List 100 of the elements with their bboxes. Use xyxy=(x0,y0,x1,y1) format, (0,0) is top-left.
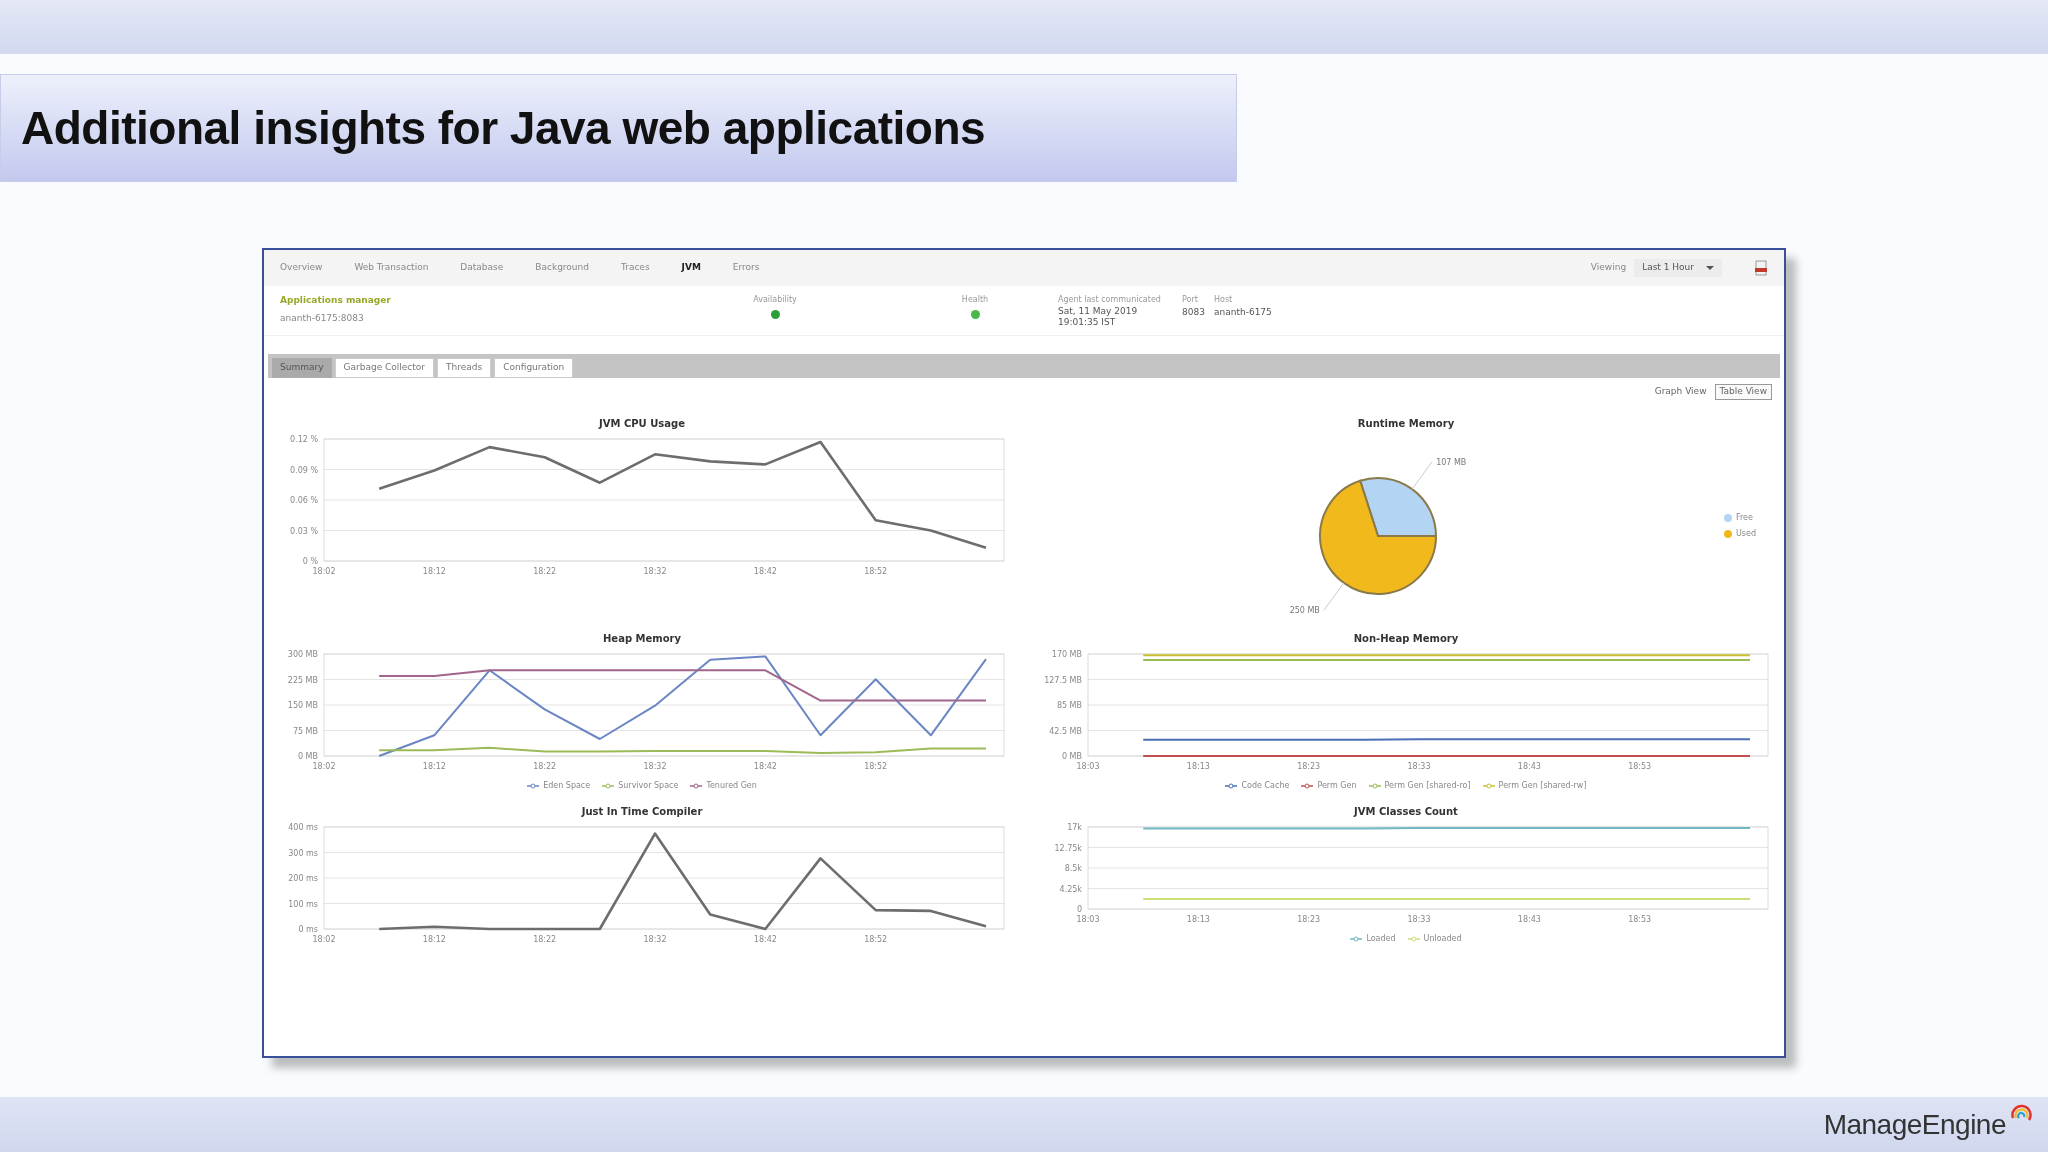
nav-tab[interactable]: Traces xyxy=(621,261,650,275)
legend-marker-icon xyxy=(1368,782,1381,789)
viewing-label: Viewing xyxy=(1590,261,1627,275)
axis-tick-label: 18:42 xyxy=(753,934,777,944)
axis-tick-label: 0 MB xyxy=(1061,751,1082,761)
pdf-icon[interactable] xyxy=(1754,260,1768,276)
axis-tick-label: 18:43 xyxy=(1517,914,1541,924)
axis-tick-label: 18:52 xyxy=(864,761,888,771)
legend-label[interactable]: Eden Space xyxy=(543,779,591,792)
axis-tick-label: 0.06 % xyxy=(290,495,318,505)
axis-tick-label: 127.5 MB xyxy=(1044,675,1082,684)
subtab[interactable]: Summary xyxy=(272,358,332,378)
subtab[interactable]: Garbage Collector xyxy=(334,358,435,378)
axis-tick-label: 18:12 xyxy=(422,934,446,944)
axis-tick-label: 18:02 xyxy=(312,934,336,944)
axis-tick-label: 18:12 xyxy=(422,761,446,771)
agent-label: Agent last communicated xyxy=(1058,294,1162,306)
view-toggle[interactable]: Table View xyxy=(1714,384,1772,400)
chart-title: Runtime Memory xyxy=(1357,416,1455,431)
health-label: Health xyxy=(961,294,989,306)
legend-label[interactable]: Code Cache xyxy=(1241,779,1290,792)
legend-marker-icon xyxy=(1225,782,1238,789)
legend-label[interactable]: Perm Gen [shared-rw] xyxy=(1498,779,1587,792)
axis-tick-label: 18:03 xyxy=(1076,914,1100,924)
axis-tick-label: 12.75k xyxy=(1054,843,1082,852)
axis-tick-label: 18:52 xyxy=(864,566,888,576)
axis-tick-label: 0.09 % xyxy=(290,465,318,474)
legend-label[interactable]: Loaded xyxy=(1366,932,1396,945)
axis-tick-label: 8.5k xyxy=(1064,863,1082,873)
app-name: Applications manager xyxy=(280,294,392,307)
axis-tick-label: 0 ms xyxy=(298,924,318,934)
axis-tick-label: 18:53 xyxy=(1628,761,1652,771)
chart-title: JVM Classes Count xyxy=(1354,804,1458,819)
view-toggle[interactable]: Graph View xyxy=(1650,384,1711,400)
axis-tick-label: 4.25k xyxy=(1059,884,1082,893)
logo-text: ManageEngine xyxy=(1823,1107,2006,1142)
legend-label[interactable]: Used xyxy=(1735,527,1756,540)
legend-label[interactable]: Tenured Gen xyxy=(706,779,757,792)
slide-title: Additional insights for Java web applications xyxy=(21,100,986,156)
axis-tick-label: 18:42 xyxy=(753,761,777,771)
axis-tick-label: 18:13 xyxy=(1186,914,1210,924)
axis-tick-label: 18:33 xyxy=(1407,761,1431,771)
legend-marker-icon xyxy=(1301,782,1314,789)
legend-label[interactable]: Survivor Space xyxy=(618,779,679,792)
legend-label[interactable]: Perm Gen xyxy=(1317,779,1357,792)
host-value: ananth-6175 xyxy=(1214,306,1272,319)
data-label: 250 MB xyxy=(1289,605,1320,615)
availability-label: Availability xyxy=(753,294,797,306)
subtab[interactable]: Configuration xyxy=(494,358,574,378)
axis-tick-label: 0 MB xyxy=(297,751,318,761)
legend-label[interactable]: Free xyxy=(1735,511,1753,524)
data-label: 107 MB xyxy=(1411,457,1467,490)
chart-title: Non-Heap Memory xyxy=(1353,631,1459,646)
nav-tab[interactable]: Web Transaction xyxy=(354,261,429,275)
axis-tick-label: 0 xyxy=(1076,904,1082,914)
axis-tick-label: 18:33 xyxy=(1407,914,1431,924)
axis-tick-label: 18:22 xyxy=(533,934,557,944)
legend-marker-icon xyxy=(690,782,703,789)
nav-tab[interactable]: JVM xyxy=(681,261,701,275)
axis-tick-label: 18:22 xyxy=(533,566,557,576)
port-label: Port xyxy=(1182,294,1199,306)
data-label: 107 MB xyxy=(1436,457,1467,467)
data-label: 250 MB xyxy=(1289,581,1345,615)
legend-marker-icon xyxy=(602,782,615,789)
instance-name: ananth-6175:8083 xyxy=(280,311,365,325)
axis-tick-label: 18:32 xyxy=(643,761,667,771)
axis-tick-label: 18:43 xyxy=(1517,761,1541,771)
axis-tick-label: 18:23 xyxy=(1297,914,1321,924)
agent-value: Sat, 11 May 2019 19:01:35 IST xyxy=(1058,306,1139,328)
axis-tick-label: 18:22 xyxy=(533,761,557,771)
chart-title: Just In Time Compiler xyxy=(581,804,703,819)
axis-tick-label: 0.03 % xyxy=(290,526,318,535)
axis-tick-label: 100 ms xyxy=(288,899,318,908)
legend-label[interactable]: Unloaded xyxy=(1423,932,1462,945)
nav-tab[interactable]: Errors xyxy=(732,261,760,275)
nav-tab[interactable]: Database xyxy=(460,261,504,275)
subtab[interactable]: Threads xyxy=(437,358,492,378)
legend-label[interactable]: Perm Gen [shared-ro] xyxy=(1384,779,1471,792)
axis-tick-label: 400 ms xyxy=(288,822,318,832)
nav-tab[interactable]: Overview xyxy=(280,261,323,275)
host-label: Host xyxy=(1214,294,1234,306)
axis-tick-label: 18:32 xyxy=(643,566,667,576)
chart-title: Heap Memory xyxy=(603,631,681,646)
period-dropdown[interactable]: Last 1 Hour xyxy=(1634,259,1722,277)
axis-tick-label: 75 MB xyxy=(292,726,318,735)
axis-tick-label: 18:23 xyxy=(1297,761,1321,771)
axis-tick-label: 85 MB xyxy=(1056,700,1082,710)
axis-tick-label: 18:53 xyxy=(1628,914,1652,924)
axis-tick-label: 300 ms xyxy=(288,848,318,857)
axis-tick-label: 0.12 % xyxy=(290,434,318,444)
axis-tick-label: 17k xyxy=(1067,822,1082,832)
legend-marker-icon xyxy=(1482,782,1495,789)
axis-tick-label: 18:12 xyxy=(422,566,446,576)
axis-tick-label: 18:13 xyxy=(1186,761,1210,771)
chart-title: JVM CPU Usage xyxy=(599,416,685,431)
axis-tick-label: 18:02 xyxy=(312,566,336,576)
axis-tick-label: 18:32 xyxy=(643,934,667,944)
nav-tab[interactable]: Background xyxy=(535,261,589,275)
axis-tick-label: 300 MB xyxy=(287,649,318,659)
legend-marker-icon xyxy=(1350,935,1363,942)
